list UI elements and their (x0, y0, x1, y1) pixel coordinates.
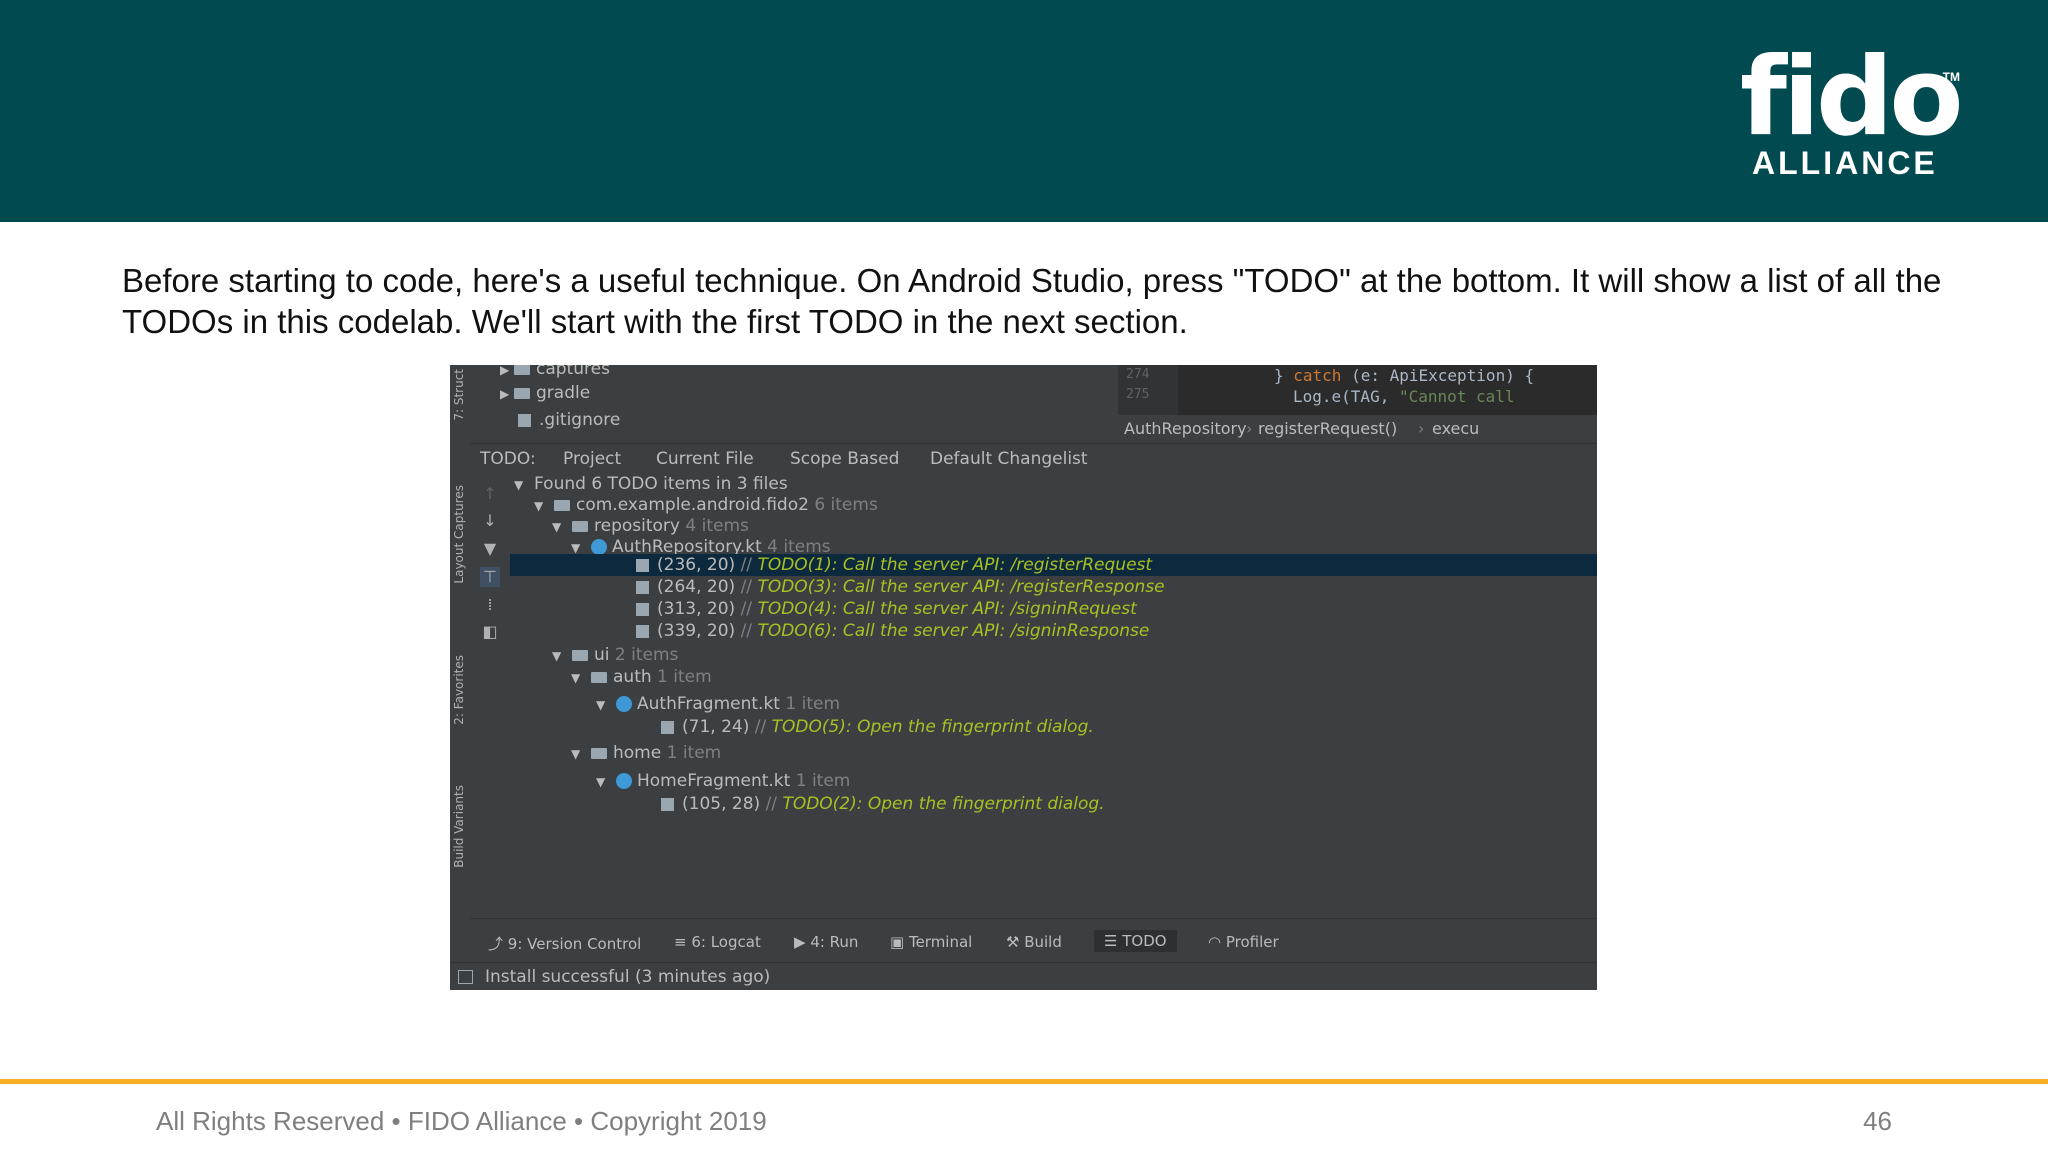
group-icon[interactable]: ⁞ (480, 595, 500, 615)
build-icon: ⚒ (1006, 933, 1025, 951)
status-text: Install successful (3 minutes ago) (485, 967, 771, 987)
side-tab-build-variants[interactable]: Build Variants (452, 785, 466, 868)
tab-logcat[interactable]: ≡ 6: Logcat (674, 933, 761, 951)
tab-terminal[interactable]: ▣ Terminal (890, 933, 972, 951)
project-item-gitignore[interactable]: .gitignore (518, 410, 620, 430)
todo-tabbar: TODO: Project Current File Scope Based D… (470, 443, 1597, 475)
todo-item-5[interactable]: (71, 24) // TODO(5): Open the fingerprin… (510, 716, 1597, 738)
side-tool-strip: 7: Struct Layout Captures 2: Favorites B… (450, 365, 471, 945)
vcs-icon: ⤴ (488, 935, 508, 953)
logo-wordmark: fido (1740, 35, 1964, 160)
tab-build[interactable]: ⚒ Build (1006, 933, 1062, 951)
todo-item-1[interactable]: (236, 20) // TODO(1): Call the server AP… (510, 554, 1597, 576)
page-number: 46 (1863, 1106, 1892, 1136)
side-tab-structure[interactable]: 7: Struct (452, 369, 466, 421)
filter-icon[interactable]: ▼ (480, 539, 500, 559)
tab-project[interactable]: Project (563, 449, 621, 469)
tab-current-file[interactable]: Current File (656, 449, 754, 469)
tree-repository[interactable]: ▼ repository 4 items (510, 515, 1597, 537)
filter-settings-icon[interactable]: ⊤ (480, 567, 500, 587)
folder-icon (572, 650, 588, 661)
todo-list-icon: ☰ (1104, 932, 1123, 950)
logo-trademark: TM (1942, 70, 1960, 84)
folder-icon (554, 500, 570, 511)
todo-icon (661, 721, 674, 734)
todo-icon (636, 603, 649, 616)
project-item-gradle[interactable]: ▶ gradle (500, 383, 590, 403)
tree-package[interactable]: ▼ com.example.android.fido2 6 items (510, 494, 1597, 516)
project-item-captures[interactable]: ▶ captures (500, 365, 610, 379)
todo-item-3[interactable]: (264, 20) // TODO(3): Call the server AP… (510, 576, 1597, 598)
slide-header: fido TM ALLIANCE (0, 0, 2048, 222)
todo-label: TODO: (480, 449, 536, 469)
kotlin-file-icon (591, 539, 607, 555)
side-tab-layout-captures[interactable]: Layout Captures (452, 485, 466, 584)
status-bar: Install successful (3 minutes ago) (450, 962, 1597, 990)
todo-icon (636, 581, 649, 594)
arrow-up-icon[interactable]: ↑ (480, 484, 500, 504)
todo-item-6[interactable]: (339, 20) // TODO(6): Call the server AP… (510, 620, 1597, 642)
chevron-right-icon: › (1418, 419, 1425, 438)
code-editor[interactable]: 274 275 } catch (e: ApiException) { Log.… (1118, 365, 1597, 443)
preview-icon[interactable]: ◧ (480, 622, 500, 642)
chevron-right-icon: › (1246, 419, 1253, 438)
tree-auth-fragment[interactable]: ▼ AuthFragment.kt 1 item (510, 693, 1597, 715)
logo-subtitle: ALLIANCE (1752, 145, 1938, 181)
bottom-tool-tabs: ⤴ 9: Version Control ≡ 6: Logcat ▶ 4: Ru… (470, 918, 1597, 963)
folder-icon (514, 388, 530, 399)
breadcrumb-class[interactable]: AuthRepository (1124, 419, 1247, 438)
todo-icon (636, 625, 649, 638)
folder-icon (591, 748, 607, 759)
tab-scope-based[interactable]: Scope Based (790, 449, 899, 469)
kotlin-file-icon (616, 696, 632, 712)
tab-version-control[interactable]: ⤴ 9: Version Control (488, 933, 641, 954)
folder-icon (591, 672, 607, 683)
todo-item-2[interactable]: (105, 28) // TODO(2): Open the fingerpri… (510, 793, 1597, 815)
todo-item-4[interactable]: (313, 20) // TODO(4): Call the server AP… (510, 598, 1597, 620)
tree-ui[interactable]: ▼ ui 2 items (510, 644, 1597, 666)
android-studio-screenshot: 7: Struct Layout Captures 2: Favorites B… (450, 365, 1597, 990)
todo-icon (661, 798, 674, 811)
kotlin-file-icon (616, 773, 632, 789)
tree-home-fragment[interactable]: ▼ HomeFragment.kt 1 item (510, 770, 1597, 792)
folder-icon (572, 521, 588, 532)
code-line-2: Log.e(TAG, "Cannot call (1293, 387, 1515, 406)
tree-home[interactable]: ▼ home 1 item (510, 742, 1597, 764)
run-icon: ▶ (794, 933, 811, 951)
logcat-icon: ≡ (674, 933, 692, 951)
folder-icon (514, 365, 530, 375)
intro-paragraph: Before starting to code, here's a useful… (122, 262, 1942, 340)
todo-icon (636, 559, 649, 572)
footer-copyright: All Rights Reserved • FIDO Alliance • Co… (156, 1106, 767, 1136)
breadcrumb: AuthRepository › registerRequest() › exe… (1118, 415, 1597, 443)
tab-todo[interactable]: ☰ TODO (1094, 930, 1177, 952)
terminal-icon: ▣ (890, 933, 909, 951)
project-tree: ▶ captures ▶ gradle .gitignore (470, 365, 1138, 443)
side-tab-favorites[interactable]: 2: Favorites (452, 655, 466, 725)
breadcrumb-execu[interactable]: execu (1432, 419, 1479, 438)
footer-divider (0, 1079, 2048, 1084)
fido-alliance-logo: fido TM ALLIANCE (1740, 35, 1964, 182)
tree-summary[interactable]: ▼ Found 6 TODO items in 3 files (510, 473, 1597, 495)
tab-run[interactable]: ▶ 4: Run (794, 933, 858, 951)
code-line-1: } catch (e: ApiException) { (1274, 366, 1535, 385)
arrow-down-icon[interactable]: ↓ (480, 511, 500, 531)
tab-default-changelist[interactable]: Default Changelist (930, 449, 1088, 469)
line-gutter: 274 275 (1118, 365, 1178, 415)
file-icon (518, 414, 531, 427)
status-icon (458, 970, 473, 984)
tree-auth[interactable]: ▼ auth 1 item (510, 666, 1597, 688)
tab-profiler[interactable]: ◠ Profiler (1208, 933, 1279, 951)
breadcrumb-method[interactable]: registerRequest() (1258, 419, 1397, 438)
profiler-icon: ◠ (1208, 933, 1226, 951)
todo-tree: ▼ Found 6 TODO items in 3 files ▼ com.exam… (510, 473, 1597, 918)
todo-toolbar: ↑ ↓ ▼ ⊤ ⁞ ◧ (470, 473, 511, 918)
